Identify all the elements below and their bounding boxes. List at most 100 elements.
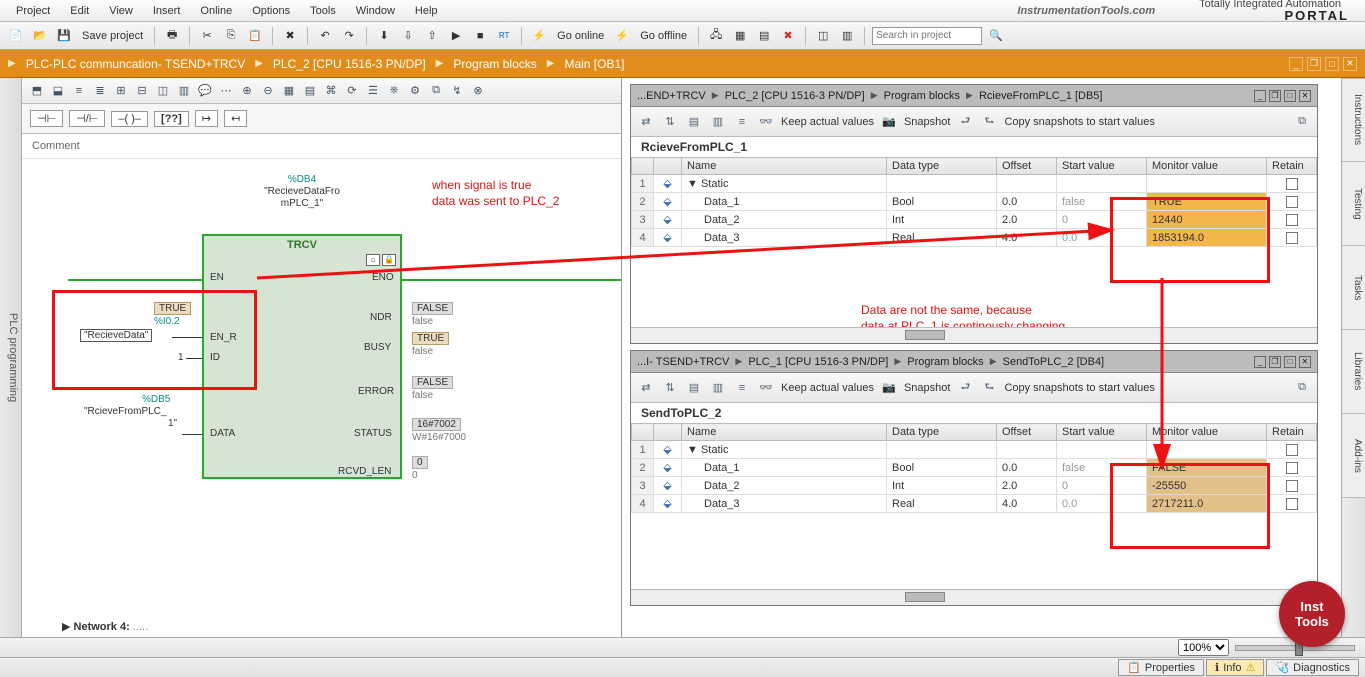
rail-testing[interactable]: Testing — [1342, 162, 1365, 246]
p2-copy-icon-2[interactable]: ⮑ — [980, 379, 998, 397]
upload-icon[interactable]: ⇧ — [422, 26, 442, 46]
table-row[interactable]: 1⬙ ▼ Static — [632, 175, 1317, 193]
comment-row[interactable]: Comment — [22, 134, 621, 159]
table-row[interactable]: 4⬙ Data_3 Real4.0 0.01853194.0 — [632, 229, 1317, 247]
x-icon[interactable]: ✖ — [778, 26, 798, 46]
maximize-icon[interactable]: □ — [1325, 57, 1339, 71]
p1-snap-icon[interactable]: 📷 — [880, 113, 898, 131]
table-row[interactable]: 3⬙ Data_2 Int2.0 012440 — [632, 211, 1317, 229]
menu-help[interactable]: Help — [407, 3, 446, 19]
ed-icon-19[interactable]: ⚙ — [406, 82, 424, 100]
p1-snapshot[interactable]: Snapshot — [904, 116, 950, 128]
contact-no-icon[interactable]: ⊣⊢ — [30, 110, 63, 127]
split-h-icon[interactable]: ◫ — [813, 26, 833, 46]
empty-box-icon[interactable]: [??] — [154, 111, 189, 127]
menu-view[interactable]: View — [101, 3, 141, 19]
crumb-plc[interactable]: PLC_2 [CPU 1516-3 PN/DP] — [273, 57, 426, 71]
ed-icon-6[interactable]: ⊟ — [133, 82, 151, 100]
p1-max-icon[interactable]: □ — [1284, 90, 1296, 102]
contact-nc-icon[interactable]: ⊣/⊢ — [69, 110, 105, 127]
p1-crumb-2[interactable]: Program blocks — [884, 90, 960, 102]
branch-close-icon[interactable]: ↤ — [224, 110, 247, 127]
ed-icon-15[interactable]: ⌘ — [322, 82, 340, 100]
copy-icon[interactable]: ⎘ — [221, 26, 241, 46]
tab-info[interactable]: ℹInfo ⚠ — [1206, 659, 1264, 676]
crumb-main[interactable]: Main [OB1] — [564, 57, 624, 71]
tab-properties[interactable]: 📋Properties — [1118, 659, 1204, 676]
cross-ref-icon[interactable]: ▤ — [754, 26, 774, 46]
simulate-icon[interactable]: ▶ — [446, 26, 466, 46]
p2-rest-icon[interactable]: ❐ — [1269, 356, 1281, 368]
ed-icon-17[interactable]: ☰ — [364, 82, 382, 100]
ed-icon-2[interactable]: ⬓ — [49, 82, 67, 100]
panel1-hscroll[interactable] — [631, 327, 1317, 343]
ed-icon-14[interactable]: ▤ — [301, 82, 319, 100]
print-icon[interactable]: 🖶 — [162, 26, 182, 46]
new-project-icon[interactable]: 📄 — [6, 26, 26, 46]
menu-insert[interactable]: Insert — [145, 3, 189, 19]
ed-icon-12[interactable]: ⊖ — [259, 82, 277, 100]
ed-icon-9[interactable]: 💬 — [196, 82, 214, 100]
table-row[interactable]: 2⬙ Data_1 Bool0.0 falseTRUE — [632, 193, 1317, 211]
menu-tools[interactable]: Tools — [302, 3, 344, 19]
p2-close-icon[interactable]: ✕ — [1299, 356, 1311, 368]
undo-icon[interactable]: ↶ — [315, 26, 335, 46]
p1-min-icon[interactable]: _ — [1254, 90, 1266, 102]
p2-max-icon[interactable]: □ — [1284, 356, 1296, 368]
split-v-icon[interactable]: ▥ — [837, 26, 857, 46]
p2-col-retain[interactable]: Retain — [1267, 424, 1317, 441]
close-icon[interactable]: ✕ — [1343, 57, 1357, 71]
p1-col-offset[interactable]: Offset — [997, 158, 1057, 175]
p2-crumb-3[interactable]: SendToPLC_2 [DB4] — [1003, 356, 1105, 368]
rail-addins[interactable]: Add-ins — [1342, 414, 1365, 498]
delete-icon[interactable]: ✖ — [280, 26, 300, 46]
p2-snapshot[interactable]: Snapshot — [904, 382, 950, 394]
table-row[interactable]: 2⬙ Data_1 Bool0.0 falseFALSE — [632, 459, 1317, 477]
rt-icon[interactable]: RT — [494, 26, 514, 46]
zoom-select[interactable]: 100% — [1178, 639, 1229, 656]
p2-settings-icon[interactable]: ⧉ — [1293, 379, 1311, 397]
p1-glasses-icon[interactable]: 👓 — [757, 113, 775, 131]
p2-icon-1[interactable]: ⇄ — [637, 379, 655, 397]
p2-min-icon[interactable]: _ — [1254, 356, 1266, 368]
go-online-icon[interactable]: ⚡ — [529, 26, 549, 46]
zoom-slider[interactable] — [1235, 645, 1355, 651]
menu-online[interactable]: Online — [192, 3, 240, 19]
accessible-devices-icon[interactable]: 🖧 — [706, 26, 726, 46]
p2-icon-4[interactable]: ▥ — [709, 379, 727, 397]
paste-icon[interactable]: 📋 — [245, 26, 265, 46]
block-help-icon[interactable]: ⌂ — [366, 254, 380, 266]
menu-window[interactable]: Window — [348, 3, 403, 19]
download-icon[interactable]: ⇩ — [398, 26, 418, 46]
tab-diagnostics[interactable]: 🩺Diagnostics — [1266, 659, 1359, 676]
ed-icon-8[interactable]: ▥ — [175, 82, 193, 100]
left-rail[interactable]: PLC programming — [0, 78, 22, 637]
ed-icon-16[interactable]: ⟳ — [343, 82, 361, 100]
ed-icon-7[interactable]: ◫ — [154, 82, 172, 100]
crumb-project[interactable]: PLC-PLC communcation- TSEND+TRCV — [26, 57, 246, 71]
ed-icon-13[interactable]: ▦ — [280, 82, 298, 100]
crumb-blocks[interactable]: Program blocks — [453, 57, 536, 71]
p2-col-mon[interactable]: Monitor value — [1147, 424, 1267, 441]
search-input[interactable] — [872, 27, 982, 45]
stop-icon[interactable]: ■ — [470, 26, 490, 46]
ed-icon-18[interactable]: ⎈ — [385, 82, 403, 100]
ed-icon-21[interactable]: ↯ — [448, 82, 466, 100]
p2-icon-3[interactable]: ▤ — [685, 379, 703, 397]
p1-settings-icon[interactable]: ⧉ — [1293, 113, 1311, 131]
p2-copy-icon-1[interactable]: ⮐ — [956, 379, 974, 397]
branch-open-icon[interactable]: ↦ — [195, 110, 218, 127]
save-icon[interactable]: 💾 — [54, 26, 74, 46]
p2-snap-icon[interactable]: 📷 — [880, 379, 898, 397]
editor-icon[interactable]: ⬒ — [28, 82, 46, 100]
panel2-hscroll[interactable] — [631, 589, 1317, 605]
p1-keep[interactable]: Keep actual values — [781, 116, 874, 128]
go-offline-button[interactable]: Go offline — [636, 30, 691, 42]
p2-crumb-2[interactable]: Program blocks — [907, 356, 983, 368]
ed-icon-10[interactable]: ⋯ — [217, 82, 235, 100]
menu-project[interactable]: Project — [8, 3, 58, 19]
ed-icon-3[interactable]: ≡ — [70, 82, 88, 100]
p1-icon-2[interactable]: ⇅ — [661, 113, 679, 131]
ed-icon-20[interactable]: ⧉ — [427, 82, 445, 100]
search-go-icon[interactable]: 🔍 — [986, 26, 1006, 46]
